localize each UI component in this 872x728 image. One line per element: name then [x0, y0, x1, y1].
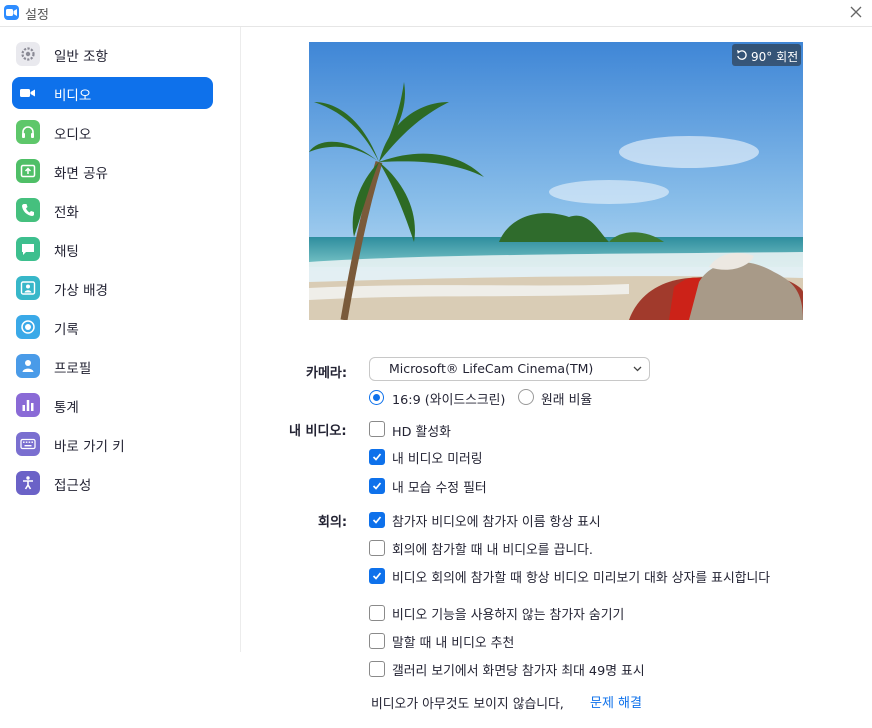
mirror-video-checkbox[interactable] [369, 449, 385, 465]
spotlight-when-speaking-label: 말할 때 내 비디오 추천 [392, 636, 515, 651]
gallery-49-checkbox[interactable] [369, 661, 385, 677]
sidebar-item-general[interactable]: 일반 조항 [12, 38, 213, 70]
sidebar-item-label: 채팅 [54, 244, 79, 260]
sidebar-item-label: 화면 공유 [54, 166, 108, 182]
accessibility-icon [16, 471, 40, 495]
sidebar-item-label: 기록 [54, 322, 79, 338]
zoom-app-icon [4, 5, 19, 20]
sidebar-item-label: 전화 [54, 205, 79, 221]
camera-select[interactable]: Microsoft® LifeCam Cinema(TM) [369, 357, 650, 381]
my-video-label: 내 비디오: [289, 424, 347, 439]
gear-icon [16, 42, 40, 66]
sidebar-item-video[interactable]: 비디오 [12, 77, 213, 109]
sidebar-item-recording[interactable]: 기록 [12, 311, 213, 343]
always-show-preview-checkbox[interactable] [369, 568, 385, 584]
checkmark-icon [372, 572, 382, 580]
touch-up-appearance-checkbox[interactable] [369, 478, 385, 494]
meetings-label: 회의: [318, 515, 348, 530]
sidebar-item-label: 비디오 [54, 88, 92, 104]
rotate-90-button[interactable]: 90° 회전 [732, 44, 801, 66]
sidebar-item-phone[interactable]: 전화 [12, 194, 213, 226]
sidebar-item-virtual-background[interactable]: 가상 배경 [12, 272, 213, 304]
rotate-90-label: 90° 회전 [751, 50, 799, 64]
troubleshoot-link[interactable]: 문제 해결 [590, 692, 642, 711]
settings-sidebar: 일반 조항 비디오 오디오 화면 공유 전화 채팅 가상 배경 기록 프로필 통… [0, 27, 241, 652]
gallery-49-label: 갤러리 보기에서 화면당 참가자 최대 49명 표시 [392, 664, 645, 679]
aspect-widescreen-radio[interactable] [369, 390, 384, 405]
sidebar-item-label: 가상 배경 [54, 283, 108, 299]
aspect-original-radio[interactable] [518, 389, 534, 405]
sidebar-item-share-screen[interactable]: 화면 공유 [12, 155, 213, 187]
aspect-widescreen-label: 16:9 (와이드스크린) [392, 393, 506, 408]
sidebar-item-label: 오디오 [54, 127, 92, 143]
close-icon[interactable] [848, 4, 864, 20]
touch-up-appearance-label: 내 모습 수정 필터 [392, 481, 487, 496]
title-bar: 설정 [0, 0, 872, 27]
rotate-icon [737, 50, 747, 60]
always-show-names-checkbox[interactable] [369, 512, 385, 528]
camera-selected-value: Microsoft® LifeCam Cinema(TM) [389, 361, 594, 376]
camera-label: 카메라: [306, 366, 348, 381]
mirror-video-label: 내 비디오 미러링 [392, 452, 483, 467]
aspect-original-label: 원래 비율 [541, 393, 593, 408]
sidebar-item-label: 프로필 [54, 361, 92, 377]
sidebar-item-chat[interactable]: 채팅 [12, 233, 213, 265]
turn-off-video-on-join-label: 회의에 참가할 때 내 비디오를 끕니다. [392, 543, 594, 558]
hd-enable-checkbox[interactable] [369, 421, 385, 437]
chevron-down-icon [633, 366, 642, 372]
profile-icon [16, 354, 40, 378]
sidebar-item-accessibility[interactable]: 접근성 [12, 467, 213, 499]
phone-icon [16, 198, 40, 222]
checkmark-icon [372, 453, 382, 461]
no-video-help-text: 비디오가 아무것도 보이지 않습니다, [371, 697, 564, 712]
sidebar-item-label: 접근성 [54, 478, 92, 494]
always-show-names-label: 참가자 비디오에 참가자 이름 항상 표시 [392, 515, 601, 530]
sidebar-item-profile[interactable]: 프로필 [12, 350, 213, 382]
sidebar-item-label: 일반 조항 [54, 49, 108, 65]
video-camera-icon [16, 81, 40, 105]
sidebar-item-keyboard-shortcuts[interactable]: 바로 가기 키 [12, 428, 213, 460]
virtual-background-icon [16, 276, 40, 300]
statistics-icon [16, 393, 40, 417]
share-screen-icon [16, 159, 40, 183]
hide-non-video-label: 비디오 기능을 사용하지 않는 참가자 숨기기 [392, 608, 625, 623]
checkmark-icon [372, 482, 382, 490]
beach-background-image [309, 42, 803, 320]
checkmark-icon [372, 516, 382, 524]
record-icon [16, 315, 40, 339]
hd-enable-label: HD 활성화 [392, 425, 451, 440]
hide-non-video-checkbox[interactable] [369, 605, 385, 621]
keyboard-icon [16, 432, 40, 456]
sidebar-item-audio[interactable]: 오디오 [12, 116, 213, 148]
headphones-icon [16, 120, 40, 144]
turn-off-video-on-join-checkbox[interactable] [369, 540, 385, 556]
sidebar-item-label: 바로 가기 키 [54, 439, 125, 455]
sidebar-item-statistics[interactable]: 통계 [12, 389, 213, 421]
video-preview [309, 42, 803, 320]
spotlight-when-speaking-checkbox[interactable] [369, 633, 385, 649]
sidebar-item-label: 통계 [54, 400, 79, 416]
chat-icon [16, 237, 40, 261]
always-show-preview-label: 비디오 회의에 참가할 때 항상 비디오 미리보기 대화 상자를 표시합니다 [392, 571, 771, 586]
window-title: 설정 [25, 8, 49, 23]
